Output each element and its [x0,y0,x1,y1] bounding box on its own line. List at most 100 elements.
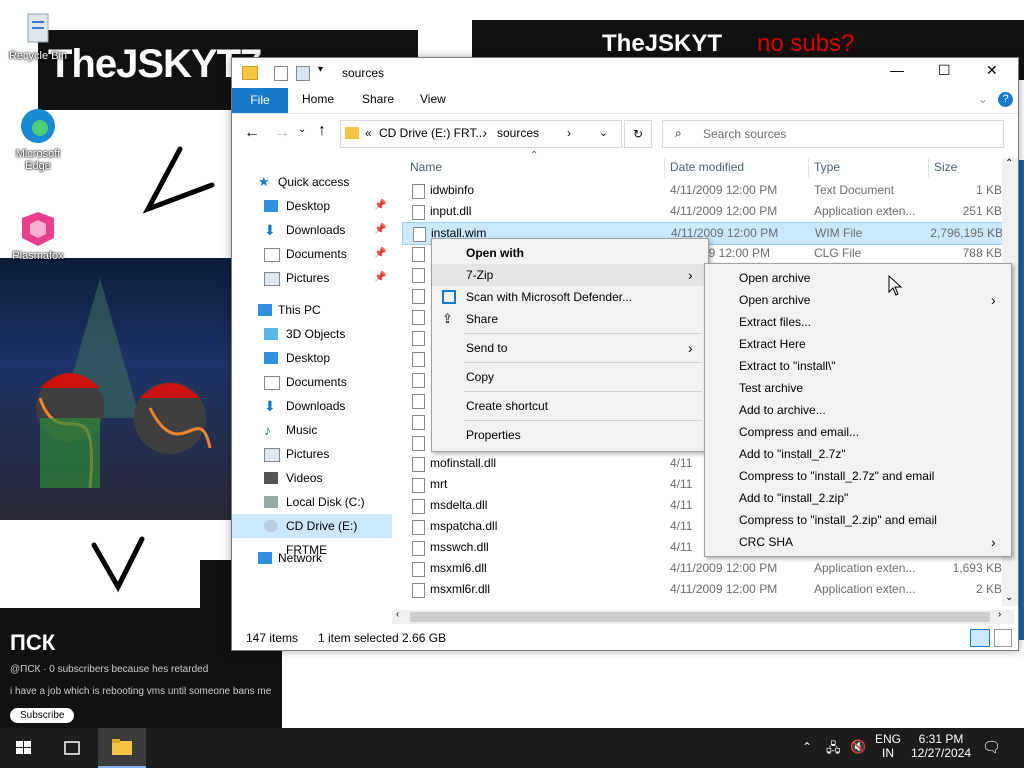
nav-downloads[interactable]: ⬇ Downloads [232,394,392,418]
menu-item-open-with[interactable]: Open with [432,242,708,264]
horizontal-scrollbar[interactable]: ‹ › [392,609,1014,624]
submenu-item-add-zip[interactable]: Add to "install_2.zip" [705,487,1011,509]
help-icon[interactable]: ? [998,92,1013,107]
tab-view[interactable]: View [420,92,446,106]
submenu-item-open-archive-more[interactable]: Open archive › [705,289,1011,311]
nav-desktop[interactable]: Desktop [232,346,392,370]
address-dropdown-icon[interactable]: ⌄ [599,126,608,139]
nav-network[interactable]: Network [232,546,392,570]
menu-item-copy[interactable]: Copy [432,366,708,388]
breadcrumb-sources[interactable]: sources [497,126,539,140]
notifications-icon[interactable]: 🗨 [982,738,1001,756]
desktop-icon-plasmafox[interactable]: Plasmafox [2,208,74,262]
nav-cd-drive[interactable]: CD Drive (E:) FRTME [232,514,392,557]
breadcrumb-chevron-icon[interactable]: › [483,126,487,140]
submenu-item-test-archive[interactable]: Test archive [705,377,1011,399]
nav-this-pc[interactable]: This PC [232,298,392,322]
menu-item-send-to[interactable]: Send to › [432,337,708,359]
submenu-item-compress-email[interactable]: Compress and email... [705,421,1011,443]
new-folder-quick-icon[interactable] [296,66,310,81]
nav-music[interactable]: ♪ Music [232,418,392,442]
table-row[interactable]: input.dll 4/11/2009 12:00 PM Application… [402,201,1002,222]
submenu-item-extract-files[interactable]: Extract files... [705,311,1011,333]
back-arrow-icon[interactable]: ← [244,124,260,142]
submenu-item-crc-sha[interactable]: CRC SHA › [705,531,1011,553]
minimize-button[interactable]: — [890,62,904,78]
network-tray-icon[interactable]: 🖧 [826,739,841,761]
submenu-item-extract-here[interactable]: Extract Here [705,333,1011,355]
column-divider[interactable] [664,158,665,178]
column-size[interactable]: Size [934,160,957,174]
input-language[interactable]: ENG IN [874,732,902,760]
menu-separator [464,333,702,334]
refresh-icon[interactable]: ↻ [624,120,652,148]
details-view-icon[interactable] [970,629,990,647]
up-arrow-icon[interactable]: ↑ [318,122,326,140]
table-row[interactable]: idwbinfo 4/11/2009 12:00 PM Text Documen… [402,180,1002,201]
nav-quick-pictures[interactable]: Pictures 📌 [232,266,392,290]
column-type[interactable]: Type [814,160,840,174]
tab-share[interactable]: Share [362,92,394,106]
address-bar[interactable]: « CD Drive (E:) FRT... › sources › ⌄ [340,120,622,148]
quick-access-dropdown-icon[interactable]: ▾ [318,64,323,75]
menu-item-create-shortcut[interactable]: Create shortcut [432,395,708,417]
tab-home[interactable]: Home [302,92,334,106]
volume-muted-icon[interactable]: 🔇 [850,739,866,755]
desktop-icon-edge[interactable]: Microsoft Edge [2,106,74,172]
menu-item-7zip[interactable]: 7-Zip › [432,264,708,286]
properties-quick-icon[interactable] [274,66,288,81]
breadcrumb-chevron-icon[interactable]: › [567,126,571,140]
nav-3d-objects[interactable]: 3D Objects [232,322,392,346]
nav-videos[interactable]: Videos [232,466,392,490]
close-button[interactable]: ✕ [986,62,998,79]
submenu-item-add-to-archive[interactable]: Add to archive... [705,399,1011,421]
submenu-item-extract-to-folder[interactable]: Extract to "install\" [705,355,1011,377]
scroll-right-icon[interactable]: › [998,609,1001,620]
breadcrumb-drive[interactable]: CD Drive (E:) FRT... [379,126,485,140]
title-bar[interactable]: ▾ sources — ☐ ✕ [232,58,1018,88]
nav-local-disk[interactable]: Local Disk (C:) [232,490,392,514]
nav-quick-downloads[interactable]: ⬇ Downloads 📌 [232,218,392,242]
column-divider[interactable] [808,158,809,178]
menu-item-share[interactable]: ⇪ Share [432,308,708,330]
tab-file[interactable]: File [232,88,288,113]
large-icons-view-icon[interactable] [994,629,1012,647]
file-icon [412,310,425,325]
clock[interactable]: 6:31 PM 12/27/2024 [906,732,976,760]
submenu-item-open-archive[interactable]: Open archive [705,267,1011,289]
taskbar-file-explorer[interactable] [98,728,146,768]
recent-dropdown-icon[interactable]: ⌄ [298,124,306,135]
table-row[interactable]: msxml6.dll 4/11/2009 12:00 PM Applicatio… [402,558,1002,579]
scrollbar-thumb[interactable] [410,612,990,622]
column-divider[interactable] [928,158,929,178]
scroll-down-icon[interactable]: ⌄ [1005,592,1013,603]
menu-item-defender-scan[interactable]: Scan with Microsoft Defender... [432,286,708,308]
ribbon-expand-icon[interactable]: ⌄ [978,92,988,106]
channel-description: i have a job which is rebooting vms unti… [10,686,272,697]
address-overflow[interactable]: « [365,126,372,140]
desktop-icon-recycle-bin[interactable]: Recycle Bin [2,8,74,62]
nav-quick-desktop[interactable]: Desktop 📌 [232,194,392,218]
column-name[interactable]: Name [410,160,442,174]
maximize-button[interactable]: ☐ [938,62,951,79]
menu-separator [464,391,702,392]
table-row[interactable]: msxml6r.dll 4/11/2009 12:00 PM Applicati… [402,579,1002,600]
clock-time: 6:31 PM [918,732,964,746]
menu-item-properties[interactable]: Properties [432,424,708,446]
start-button[interactable] [0,728,48,768]
nav-documents[interactable]: Documents [232,370,392,394]
column-date[interactable]: Date modified [670,160,744,174]
nav-pictures[interactable]: Pictures [232,442,392,466]
pin-icon: 📌 [374,200,387,211]
nav-quick-access[interactable]: ★ Quick access [232,170,392,194]
show-hidden-icons-chevron-icon[interactable]: ⌃ [802,740,812,754]
scroll-up-icon[interactable]: ⌃ [1005,158,1013,169]
submenu-item-compress-zip-email[interactable]: Compress to "install_2.zip" and email [705,509,1011,531]
task-view-button[interactable] [48,728,96,768]
forward-arrow-icon[interactable]: → [274,124,290,142]
nav-quick-documents[interactable]: Documents 📌 [232,242,392,266]
search-input[interactable]: ⌕ Search sources [662,120,1004,148]
submenu-item-add-7z[interactable]: Add to "install_2.7z" [705,443,1011,465]
scroll-left-icon[interactable]: ‹ [396,609,399,620]
submenu-item-compress-7z-email[interactable]: Compress to "install_2.7z" and email [705,465,1011,487]
